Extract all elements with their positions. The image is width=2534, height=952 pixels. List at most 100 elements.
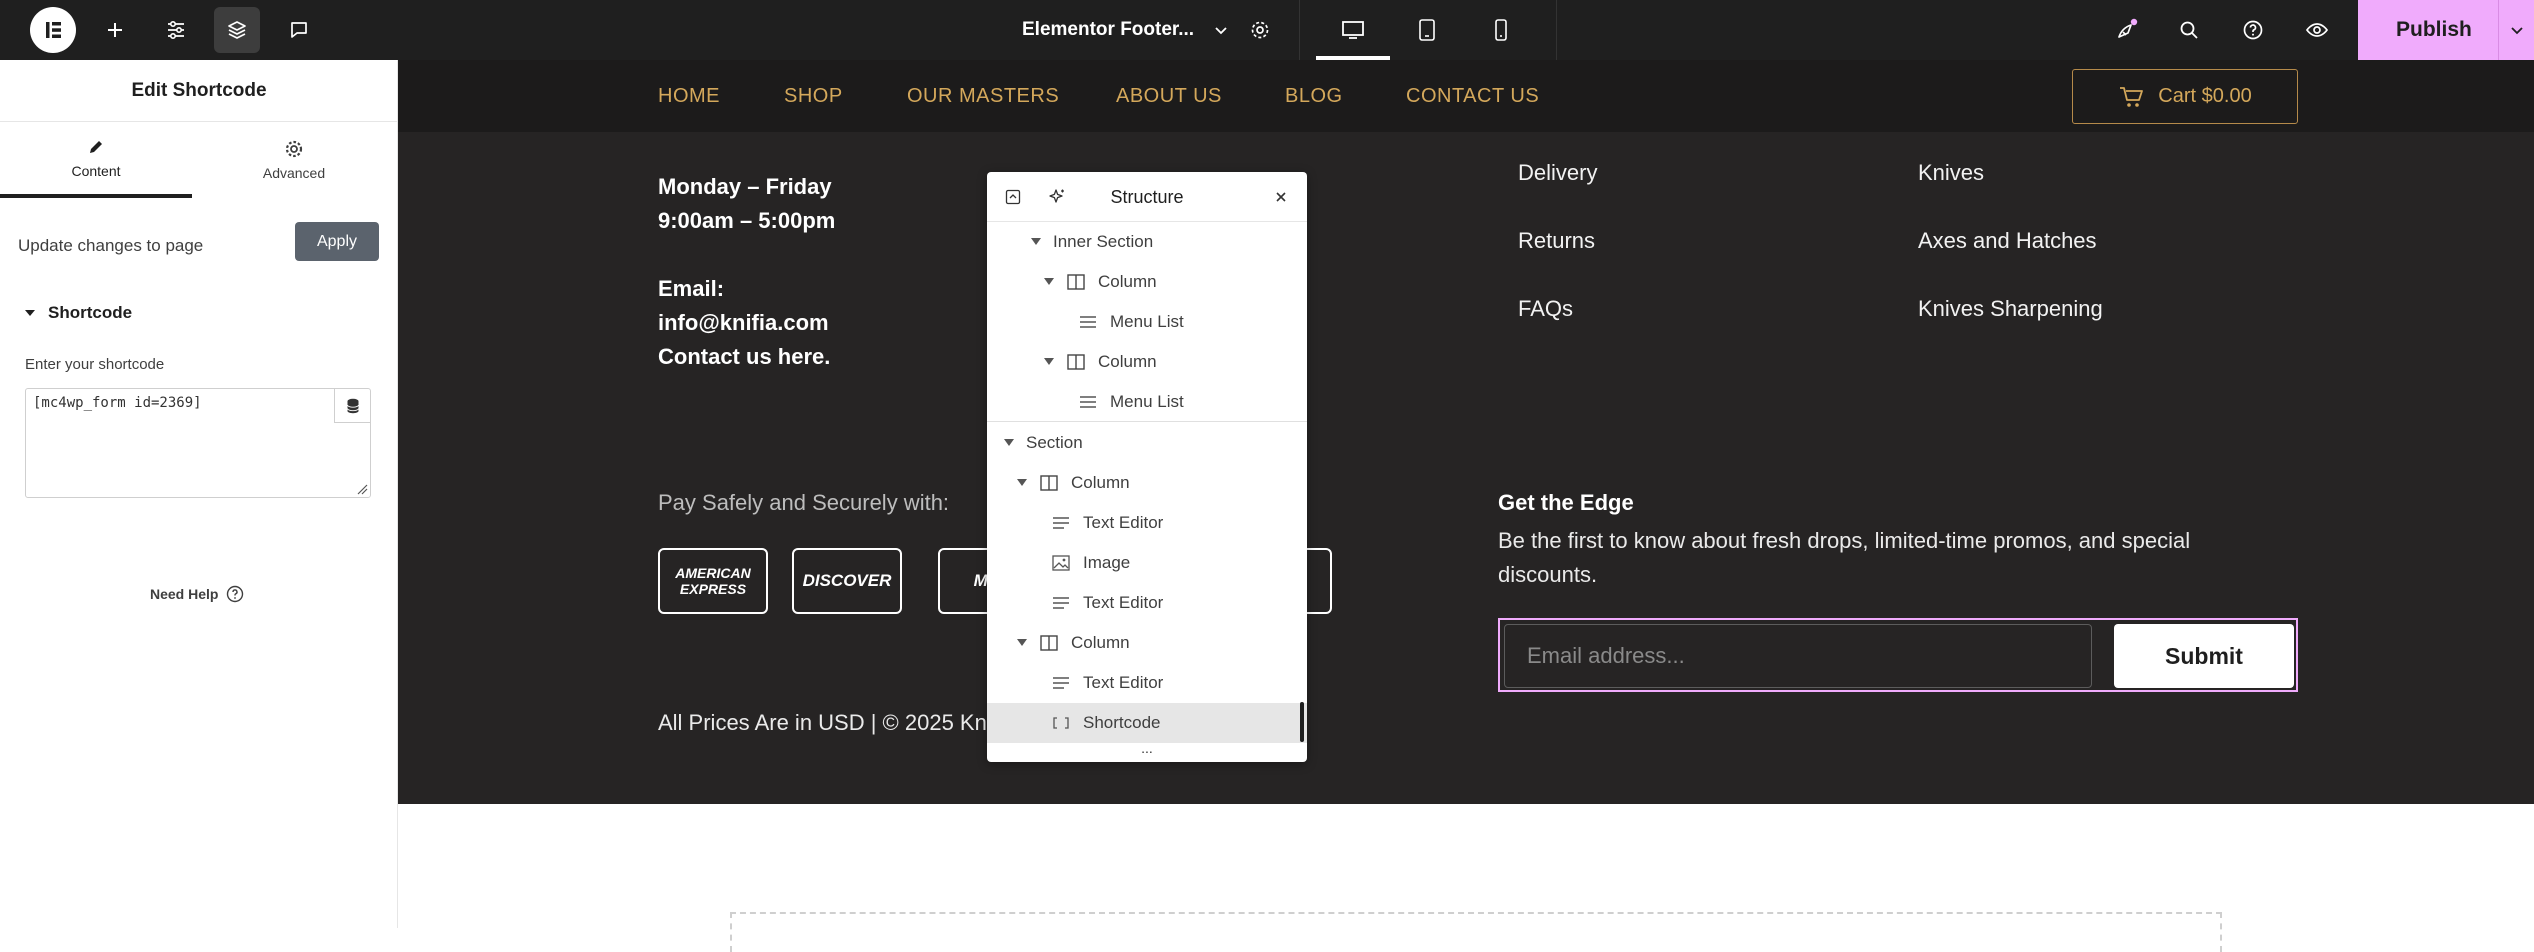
footer-link-delivery[interactable]: Delivery [1518, 160, 1597, 186]
newsletter-description: Be the first to know about fresh drops, … [1498, 528, 2191, 587]
structure-item-label: Section [1026, 433, 1083, 452]
structure-button[interactable] [214, 7, 260, 53]
footer-link-sharpening[interactable]: Knives Sharpening [1918, 296, 2103, 322]
nav-our-masters[interactable]: OUR MASTERS [907, 60, 1059, 132]
structure-item-label: Text Editor [1083, 673, 1164, 692]
structure-item-label: Column [1071, 633, 1130, 652]
structure-more-indicator: ... [1141, 740, 1153, 756]
device-desktop-button[interactable] [1330, 7, 1376, 53]
structure-item-column[interactable]: Column [987, 623, 1307, 663]
need-help-link[interactable]: Need Help [150, 585, 244, 603]
column-icon [1039, 475, 1059, 491]
document-title: Elementor Footer... [1022, 19, 1195, 40]
search-button[interactable] [2166, 7, 2212, 53]
email-address-link[interactable]: info@knifia.com [658, 310, 829, 336]
help-icon [2243, 20, 2263, 40]
toolbar-divider [1299, 0, 1300, 60]
resize-grip-icon[interactable] [356, 483, 368, 495]
footer-link-axes[interactable]: Axes and Hatches [1918, 228, 2097, 254]
page-settings-button[interactable] [1237, 7, 1283, 53]
comments-button[interactable] [276, 7, 322, 53]
shortcode-section-toggle[interactable]: Shortcode [24, 298, 132, 328]
caret-down-icon[interactable] [1015, 639, 1029, 647]
whats-new-button[interactable] [2104, 7, 2150, 53]
footer-link-faqs[interactable]: FAQs [1518, 296, 1573, 322]
device-mobile-button[interactable] [1478, 7, 1524, 53]
caret-down-icon[interactable] [1042, 358, 1056, 366]
footer-link-returns[interactable]: Returns [1518, 228, 1595, 254]
help-icon [227, 585, 244, 603]
help-button[interactable] [2230, 7, 2276, 53]
site-settings-button[interactable] [153, 7, 199, 53]
elementor-logo[interactable] [30, 7, 76, 53]
device-tablet-button[interactable] [1404, 7, 1450, 53]
nav-contact-us[interactable]: CONTACT US [1406, 60, 1539, 132]
desktop-icon [1342, 21, 1364, 39]
structure-divider [987, 421, 1307, 422]
preview-eye-icon [2305, 23, 2329, 37]
canvas-empty-area [398, 804, 2534, 952]
structure-item-label: Column [1098, 272, 1157, 291]
newsletter-email-input[interactable]: Email address... [1504, 624, 2092, 688]
structure-item-inner-section[interactable]: Inner Section [987, 222, 1307, 262]
edit-panel: Edit Shortcode Content Advanced Update c… [0, 60, 398, 928]
structure-item-menu-list[interactable]: Menu List [987, 382, 1307, 422]
need-help-label: Need Help [150, 586, 219, 602]
caret-down-icon[interactable] [1002, 439, 1016, 447]
caret-down-icon [25, 310, 35, 316]
cart-label: Cart $0.00 [2158, 85, 2252, 107]
structure-item-section[interactable]: Section [987, 423, 1307, 463]
add-element-button[interactable] [92, 7, 138, 53]
add-icon [108, 23, 122, 37]
dynamic-tags-button[interactable] [334, 389, 370, 423]
prices-copyright-text: All Prices Are in USD | © 2025 Kni [658, 710, 992, 735]
site-settings-icon [168, 20, 184, 40]
structure-item-column[interactable]: Column [987, 262, 1307, 302]
preview-button[interactable] [2294, 7, 2340, 53]
shortcode-textarea[interactable]: [mc4wp_form id=2369] [25, 388, 371, 498]
structure-item-column[interactable]: Column [987, 463, 1307, 503]
structure-item-shortcode[interactable]: Shortcode [987, 703, 1307, 743]
tab-advanced[interactable]: Advanced [198, 122, 390, 198]
structure-item-label: Menu List [1110, 312, 1184, 331]
structure-title: Structure [1110, 186, 1184, 207]
structure-item-text-editor[interactable]: Text Editor [987, 583, 1307, 623]
caret-down-icon[interactable] [1042, 278, 1056, 286]
structure-close-button[interactable] [1269, 185, 1293, 209]
structure-layers-icon [228, 21, 246, 39]
newsletter-submit-button[interactable]: Submit [2114, 624, 2294, 688]
structure-scrollbar[interactable] [1300, 702, 1304, 742]
hours-time: 9:00am – 5:00pm [658, 208, 836, 233]
pencil-icon [90, 141, 102, 153]
cart-button[interactable]: Cart $0.00 [2072, 69, 2298, 124]
nav-home[interactable]: HOME [658, 60, 720, 132]
structure-item-image[interactable]: Image [987, 543, 1307, 583]
structure-item-text-editor[interactable]: Text Editor [987, 503, 1307, 543]
nav-about-us[interactable]: ABOUT US [1116, 60, 1222, 132]
add-section-dropzone[interactable] [730, 912, 2222, 952]
site-nav-bar: HOME SHOP OUR MASTERS ABOUT US BLOG CONT… [398, 60, 2534, 132]
nav-blog[interactable]: BLOG [1285, 60, 1343, 132]
structure-item-label: Column [1098, 352, 1157, 371]
caret-down-icon[interactable] [1029, 238, 1043, 246]
database-icon [346, 398, 359, 413]
caret-down-icon[interactable] [1015, 479, 1029, 487]
ai-sparkle-icon [1049, 189, 1064, 203]
footer-link-knives[interactable]: Knives [1918, 160, 1984, 186]
document-title-dropdown[interactable]: Elementor Footer... [1022, 0, 1230, 60]
structure-item-menu-list[interactable]: Menu List [987, 302, 1307, 342]
chevron-down-icon [2510, 27, 2523, 35]
structure-ai-button[interactable] [1045, 185, 1069, 209]
structure-item-column[interactable]: Column [987, 342, 1307, 382]
mobile-icon [1495, 19, 1507, 41]
tab-content[interactable]: Content [0, 122, 192, 198]
shortcode-icon [1051, 716, 1071, 730]
apply-button[interactable]: Apply [295, 222, 379, 261]
structure-collapse-all-button[interactable] [1001, 185, 1025, 209]
publish-options-button[interactable] [2498, 0, 2534, 60]
nav-shop[interactable]: SHOP [784, 60, 843, 132]
publish-button[interactable]: Publish [2358, 0, 2534, 60]
pay-safely-text: Pay Safely and Securely with: [658, 490, 950, 515]
contact-us-link[interactable]: Contact us here. [658, 344, 830, 370]
structure-item-text-editor[interactable]: Text Editor [987, 663, 1307, 703]
